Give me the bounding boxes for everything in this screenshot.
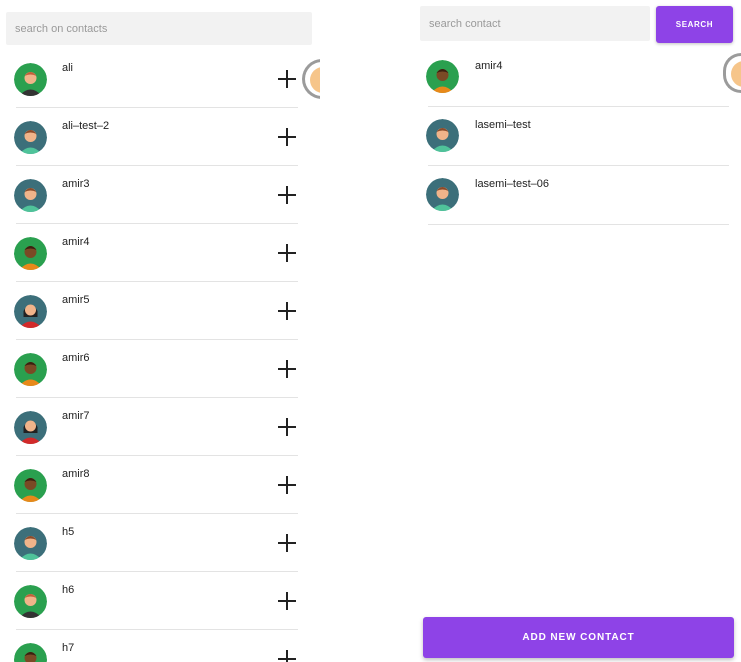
person-avatar-icon xyxy=(14,469,47,502)
person-avatar-icon xyxy=(14,411,47,444)
contact-name: amir7 xyxy=(62,410,90,422)
contact-name: amir6 xyxy=(62,352,90,364)
contact-name: h5 xyxy=(62,526,75,538)
person-avatar-icon xyxy=(14,527,47,560)
divider xyxy=(428,224,729,225)
person-avatar-icon xyxy=(14,121,47,154)
list-item[interactable]: amir8 xyxy=(0,456,320,514)
list-item[interactable]: ali xyxy=(0,50,320,108)
contact-name: amir4 xyxy=(62,236,90,248)
contact-name: amir4 xyxy=(475,60,503,72)
add-new-contact-button[interactable]: ADD NEW CONTACT xyxy=(423,617,734,658)
list-item[interactable]: amir4 xyxy=(0,224,320,282)
list-item[interactable]: amir7 xyxy=(0,398,320,456)
plus-icon[interactable] xyxy=(278,534,296,552)
avatar-icon xyxy=(310,67,320,93)
person-avatar-icon xyxy=(14,585,47,618)
list-item[interactable]: lasemi–test xyxy=(420,107,741,166)
contact-name: h6 xyxy=(62,584,75,596)
avatar-icon xyxy=(731,61,741,87)
contact-name: lasemi–test–06 xyxy=(475,178,549,190)
person-avatar-icon xyxy=(14,295,47,328)
person-avatar-icon xyxy=(426,178,459,211)
plus-icon[interactable] xyxy=(278,302,296,320)
plus-icon[interactable] xyxy=(278,650,296,662)
list-item[interactable]: h5 xyxy=(0,514,320,572)
person-avatar-icon xyxy=(14,643,47,662)
list-item[interactable]: amir6 xyxy=(0,340,320,398)
contact-name: h7 xyxy=(62,642,75,654)
person-avatar-icon xyxy=(426,60,459,93)
person-avatar-icon xyxy=(14,353,47,386)
list-item[interactable]: amir3 xyxy=(0,166,320,224)
search-contacts-input[interactable] xyxy=(6,12,312,45)
contact-name: lasemi–test xyxy=(475,119,531,131)
person-avatar-icon xyxy=(14,63,47,96)
plus-icon[interactable] xyxy=(278,128,296,146)
selected-contact-list: amir4 lasemi–test lasemi–test–06 xyxy=(420,48,741,225)
person-avatar-icon xyxy=(426,119,459,152)
plus-icon[interactable] xyxy=(278,244,296,262)
plus-icon[interactable] xyxy=(278,186,296,204)
list-item[interactable]: h6 xyxy=(0,572,320,630)
plus-icon[interactable] xyxy=(278,70,296,88)
contact-name: amir3 xyxy=(62,178,90,190)
contact-name: ali–test–2 xyxy=(62,120,110,132)
search-button[interactable]: SEARCH xyxy=(656,6,733,43)
list-item[interactable]: amir5 xyxy=(0,282,320,340)
plus-icon[interactable] xyxy=(278,418,296,436)
contact-list: ali ali–test–2 amir3 amir4 amir5 amir6 a… xyxy=(0,50,320,662)
selected-contacts-panel: SEARCH amir4 lasemi–test lasemi–test–06 xyxy=(420,0,741,662)
list-item[interactable]: lasemi–test–06 xyxy=(420,166,741,225)
plus-icon[interactable] xyxy=(278,360,296,378)
contact-name: amir8 xyxy=(62,468,90,480)
search-contact-input[interactable] xyxy=(420,6,650,41)
list-item[interactable]: h7 xyxy=(0,630,320,662)
person-avatar-icon xyxy=(14,179,47,212)
contacts-panel: ali ali–test–2 amir3 amir4 xyxy=(0,0,320,662)
list-item[interactable]: amir4 xyxy=(420,48,741,107)
contact-name: amir5 xyxy=(62,294,90,306)
contact-name: ali xyxy=(62,62,74,74)
list-item[interactable]: ali–test–2 xyxy=(0,108,320,166)
plus-icon[interactable] xyxy=(278,476,296,494)
plus-icon[interactable] xyxy=(278,592,296,610)
person-avatar-icon xyxy=(14,237,47,270)
